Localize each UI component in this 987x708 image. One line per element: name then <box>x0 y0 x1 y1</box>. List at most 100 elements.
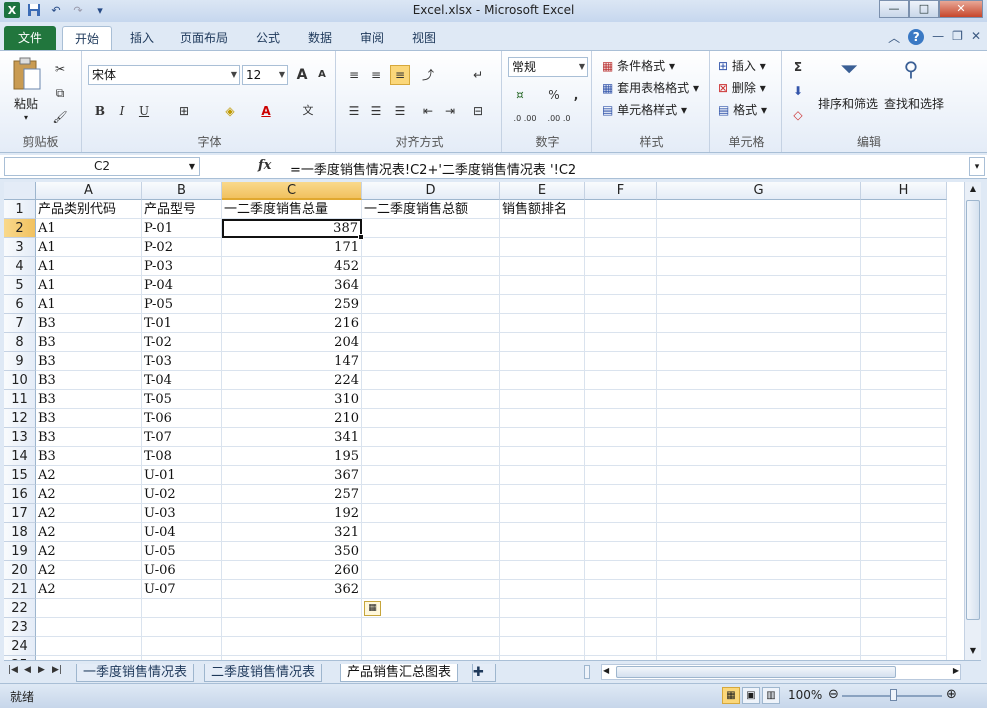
cell[interactable] <box>585 409 657 428</box>
delete-cells-button[interactable]: ⊠ 删除 ▾ <box>718 79 766 96</box>
cell[interactable] <box>362 352 500 371</box>
cell[interactable] <box>657 485 861 504</box>
sort-filter-icon[interactable]: ⏷ <box>834 57 864 87</box>
shrink-font-button[interactable]: A <box>312 65 332 85</box>
cell[interactable]: 171 <box>222 238 362 257</box>
cell[interactable] <box>861 637 947 656</box>
row-header[interactable]: 20 <box>4 561 36 580</box>
cell[interactable] <box>861 580 947 599</box>
cell[interactable]: A2 <box>36 542 142 561</box>
cell[interactable] <box>362 447 500 466</box>
row-header[interactable]: 16 <box>4 485 36 504</box>
cell[interactable]: U-06 <box>142 561 222 580</box>
align-left-icon[interactable]: ☰ <box>344 101 364 121</box>
row-header[interactable]: 22 <box>4 599 36 618</box>
cell[interactable] <box>861 314 947 333</box>
autosum-button[interactable]: Σ <box>788 57 808 77</box>
cell[interactable]: 260 <box>222 561 362 580</box>
cell[interactable] <box>500 314 585 333</box>
cell[interactable]: A1 <box>36 276 142 295</box>
cell[interactable]: A2 <box>36 523 142 542</box>
cell[interactable]: T-05 <box>142 390 222 409</box>
column-header-h[interactable]: H <box>861 182 947 200</box>
column-header-b[interactable]: B <box>142 182 222 200</box>
font-color-button[interactable]: A <box>256 101 276 121</box>
cell[interactable]: B3 <box>36 409 142 428</box>
cell[interactable] <box>36 618 142 637</box>
row-header[interactable]: 18 <box>4 523 36 542</box>
zoom-in-icon[interactable]: ⊕ <box>946 687 957 702</box>
cell[interactable] <box>362 390 500 409</box>
cell[interactable]: T-06 <box>142 409 222 428</box>
cell[interactable] <box>861 371 947 390</box>
cell[interactable] <box>585 485 657 504</box>
cell[interactable] <box>657 466 861 485</box>
row-header[interactable]: 10 <box>4 371 36 390</box>
cell[interactable]: 364 <box>222 276 362 295</box>
row-header[interactable]: 14 <box>4 447 36 466</box>
cell[interactable] <box>500 295 585 314</box>
column-header-d[interactable]: D <box>362 182 500 200</box>
cell[interactable] <box>500 390 585 409</box>
cell[interactable]: 216 <box>222 314 362 333</box>
cell[interactable] <box>142 618 222 637</box>
cell[interactable] <box>362 314 500 333</box>
cell[interactable] <box>500 523 585 542</box>
row-header[interactable]: 23 <box>4 618 36 637</box>
cell[interactable] <box>657 447 861 466</box>
cell[interactable] <box>362 485 500 504</box>
cell[interactable]: 310 <box>222 390 362 409</box>
cell[interactable] <box>657 352 861 371</box>
cell[interactable] <box>585 428 657 447</box>
cell[interactable]: A2 <box>36 485 142 504</box>
close-button[interactable]: ✕ <box>939 0 983 18</box>
cell[interactable] <box>861 523 947 542</box>
cell[interactable] <box>500 504 585 523</box>
maximize-button[interactable]: □ <box>909 0 939 18</box>
cell[interactable] <box>657 390 861 409</box>
cell[interactable] <box>657 428 861 447</box>
cell[interactable] <box>585 599 657 618</box>
cell[interactable] <box>861 257 947 276</box>
doc-restore-icon[interactable]: ❐ <box>952 29 963 46</box>
insert-sheet-icon[interactable]: ✚ <box>472 664 496 682</box>
cell[interactable] <box>657 580 861 599</box>
minimize-button[interactable]: — <box>879 0 909 18</box>
cell[interactable] <box>657 333 861 352</box>
row-header[interactable]: 3 <box>4 238 36 257</box>
align-top-icon[interactable]: ≡ <box>344 65 364 85</box>
cell[interactable] <box>585 561 657 580</box>
cell[interactable]: 257 <box>222 485 362 504</box>
cell[interactable]: 产品型号 <box>142 200 222 219</box>
tab-page-layout[interactable]: 页面布局 <box>172 26 236 50</box>
cell[interactable] <box>222 618 362 637</box>
cell[interactable] <box>362 618 500 637</box>
tab-file[interactable]: 文件 <box>4 26 56 50</box>
cell[interactable] <box>36 637 142 656</box>
active-cell[interactable]: 387 <box>222 219 362 238</box>
row-header[interactable]: 21 <box>4 580 36 599</box>
tab-data[interactable]: 数据 <box>300 26 340 50</box>
cell[interactable] <box>657 371 861 390</box>
cell[interactable]: 147 <box>222 352 362 371</box>
align-center-icon[interactable]: ☰ <box>366 101 386 121</box>
fill-color-icon[interactable]: ◈ <box>220 101 240 121</box>
format-painter-icon[interactable]: 🖌 <box>50 107 70 127</box>
cell[interactable] <box>500 219 585 238</box>
cell[interactable] <box>657 618 861 637</box>
row-header[interactable]: 24 <box>4 637 36 656</box>
fill-icon[interactable]: ⬇ <box>788 81 808 101</box>
cell[interactable] <box>362 428 500 447</box>
merge-center-icon[interactable]: ⊟ <box>468 101 488 121</box>
cell[interactable] <box>585 580 657 599</box>
cell[interactable] <box>500 447 585 466</box>
cell[interactable] <box>362 257 500 276</box>
cell[interactable] <box>222 599 362 618</box>
vertical-scrollbar[interactable]: ▲ ▼ <box>964 182 981 660</box>
cell[interactable]: A2 <box>36 580 142 599</box>
cell[interactable] <box>585 523 657 542</box>
cell[interactable] <box>657 542 861 561</box>
row-header[interactable]: 8 <box>4 333 36 352</box>
cell[interactable] <box>861 447 947 466</box>
cell[interactable] <box>585 219 657 238</box>
